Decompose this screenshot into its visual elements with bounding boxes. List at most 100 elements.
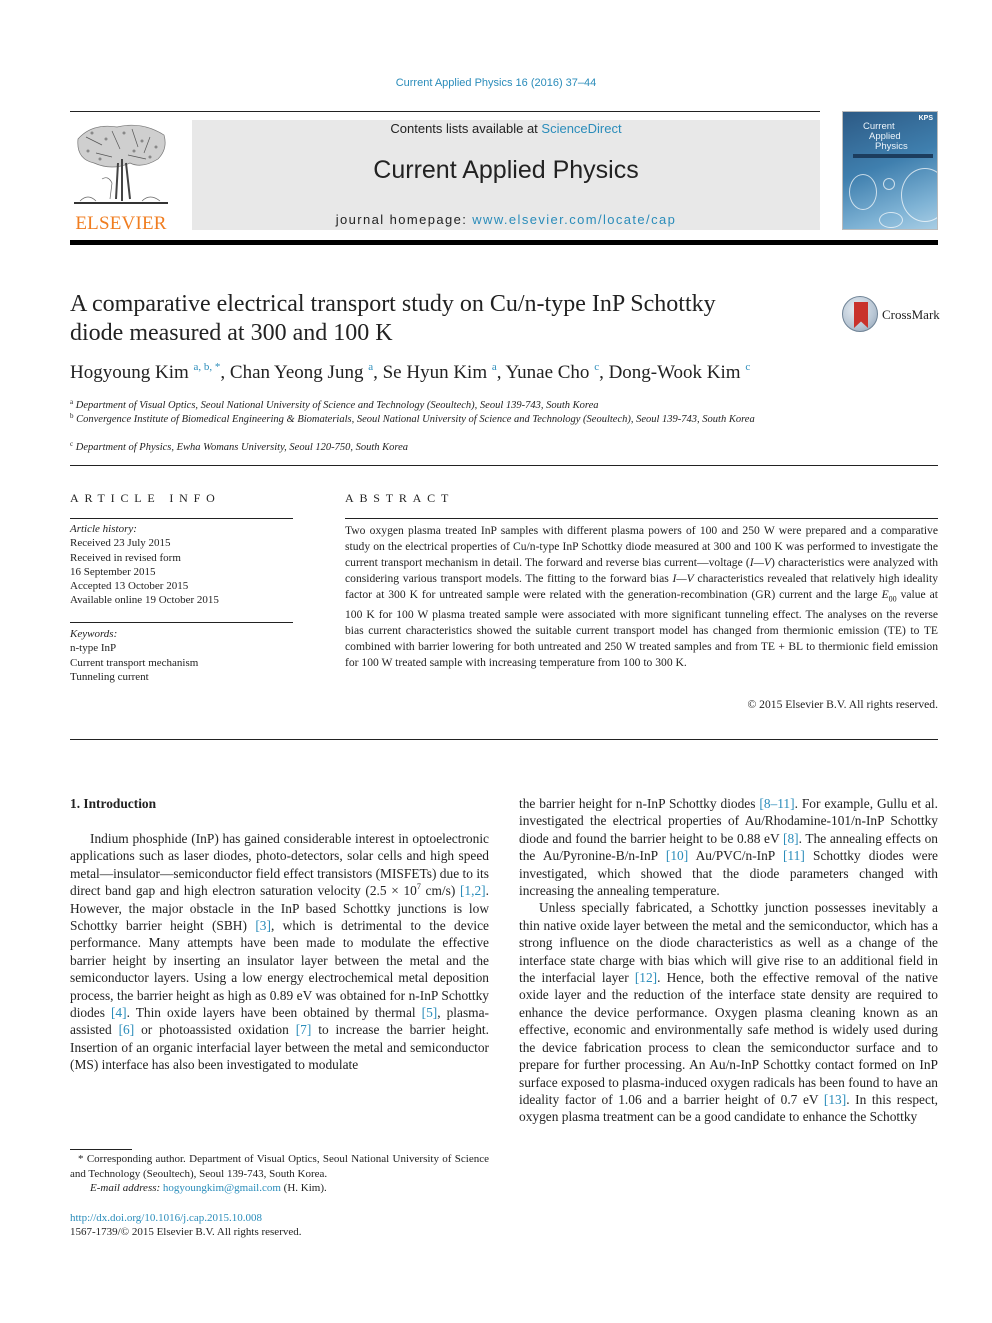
author-list: Hogyoung Kim a, b, *, Chan Yeong Jung a,… bbox=[70, 361, 751, 383]
abstract-math: E bbox=[881, 587, 889, 601]
author-affil-link[interactable]: c bbox=[745, 361, 750, 373]
affiliation-mark: b bbox=[70, 412, 74, 420]
author-affil-link[interactable]: a bbox=[368, 361, 373, 373]
citation-link[interactable]: [13] bbox=[824, 1092, 846, 1107]
citation-link[interactable]: [1,2] bbox=[460, 883, 486, 898]
author-name[interactable]: Se Hyun Kim bbox=[383, 362, 488, 383]
contents-line: Contents lists available at ScienceDirec… bbox=[192, 121, 820, 136]
affiliation-text: Convergence Institute of Biomedical Engi… bbox=[76, 414, 755, 425]
article-title: A comparative electrical transport study… bbox=[70, 290, 810, 348]
keyword-item: Current transport mechanism bbox=[70, 656, 199, 669]
author-affil-link[interactable]: c bbox=[594, 361, 599, 373]
body-column-right: the barrier height for n-InP Schottky di… bbox=[519, 795, 938, 1126]
abstract-copyright: © 2015 Elsevier B.V. All rights reserved… bbox=[747, 698, 938, 711]
affiliation-mark: c bbox=[70, 440, 74, 448]
paragraph: the barrier height for n-InP Schottky di… bbox=[519, 795, 938, 899]
citation-link[interactable]: [11] bbox=[783, 848, 805, 863]
abstract-heading: ABSTRACT bbox=[345, 491, 455, 505]
citation-link[interactable]: [8–11] bbox=[759, 796, 794, 811]
section-divider bbox=[70, 465, 938, 466]
section-divider bbox=[70, 739, 938, 740]
cover-title-line: Physics bbox=[875, 141, 908, 152]
abstract-math: I—V bbox=[672, 571, 694, 585]
cover-title: Current Applied Physics bbox=[863, 122, 908, 152]
elsevier-tree-icon bbox=[74, 124, 168, 204]
journal-reference-link[interactable]: Current Applied Physics 16 (2016) 37–44 bbox=[0, 77, 992, 89]
email-label: E-mail address: bbox=[90, 1182, 163, 1194]
keyword-item: n-type InP bbox=[70, 642, 117, 655]
text-segment: or photoassisted oxidation bbox=[134, 1022, 296, 1038]
article-history-label: Article history: bbox=[70, 523, 137, 535]
keywords-label: Keywords: bbox=[70, 628, 118, 640]
citation-link[interactable]: [3] bbox=[255, 918, 271, 933]
elsevier-logo[interactable]: ELSEVIER bbox=[70, 117, 172, 235]
header-top-rule bbox=[70, 111, 820, 112]
journal-cover-image[interactable]: KPS Current Applied Physics bbox=[842, 111, 938, 230]
article-info-heading: ARTICLE INFO bbox=[70, 491, 221, 505]
citation-link[interactable]: [7] bbox=[296, 1022, 312, 1037]
crossmark-button[interactable]: CrossMark bbox=[842, 296, 942, 336]
abstract-math-sub: 00 bbox=[888, 593, 897, 603]
citation-link[interactable]: [5] bbox=[422, 1005, 438, 1020]
author-name[interactable]: Chan Yeong Jung bbox=[230, 362, 364, 383]
section-title-introduction: 1. Introduction bbox=[70, 796, 157, 811]
email-link[interactable]: hogyoungkim@gmail.com bbox=[163, 1182, 281, 1194]
citation-link[interactable]: [4] bbox=[111, 1005, 127, 1020]
text-segment: the barrier height for n-InP Schottky di… bbox=[519, 796, 760, 811]
citation-link[interactable]: [12] bbox=[635, 970, 657, 985]
email-suffix: (H. Kim). bbox=[280, 1182, 327, 1194]
doi-link[interactable]: http://dx.doi.org/10.1016/j.cap.2015.10.… bbox=[70, 1212, 262, 1224]
text-segment: . Thin oxide layers have been obtained b… bbox=[126, 1005, 422, 1021]
homepage-line: journal homepage: www.elsevier.com/locat… bbox=[192, 212, 820, 227]
title-line: A comparative electrical transport study… bbox=[70, 291, 716, 317]
body-column-left: Indium phosphide (InP) has gained consid… bbox=[70, 830, 489, 1074]
cover-band bbox=[853, 154, 933, 158]
cover-bubble bbox=[883, 178, 895, 190]
text-segment: Au/PVC/n-InP bbox=[688, 848, 783, 864]
keyword-item: Tunneling current bbox=[70, 670, 149, 683]
homepage-prefix: journal homepage: bbox=[335, 212, 473, 227]
abstract-rule bbox=[345, 518, 938, 519]
history-item: Available online 19 October 2015 bbox=[70, 594, 219, 607]
text-segment: cm/s) bbox=[420, 883, 460, 899]
history-item: Received in revised form bbox=[70, 551, 181, 564]
citation-link[interactable]: [6] bbox=[119, 1022, 135, 1037]
history-item: Accepted 13 October 2015 bbox=[70, 580, 189, 593]
homepage-link[interactable]: www.elsevier.com/locate/cap bbox=[472, 212, 676, 227]
author-affil-link[interactable]: a, b, * bbox=[194, 361, 221, 373]
text-segment: . Hence, both the effective removal of t… bbox=[519, 970, 938, 1107]
affiliation: c Department of Physics, Ewha Womans Uni… bbox=[70, 437, 830, 455]
corresponding-author-note: * Corresponding author. Department of Vi… bbox=[70, 1153, 489, 1180]
cover-bubble bbox=[879, 212, 903, 228]
article-history: Article history: Received 23 July 2015 R… bbox=[70, 522, 293, 608]
author-name[interactable]: Dong-Wook Kim bbox=[609, 362, 741, 383]
title-line: diode measured at 300 and 100 K bbox=[70, 320, 393, 346]
issn-copyright: 1567-1739/© 2015 Elsevier B.V. All right… bbox=[70, 1226, 302, 1238]
abstract-text: Two oxygen plasma treated InP samples wi… bbox=[345, 523, 938, 670]
journal-banner: Contents lists available at ScienceDirec… bbox=[192, 120, 820, 230]
citation-link[interactable]: [10] bbox=[666, 848, 688, 863]
journal-title: Current Applied Physics bbox=[373, 156, 639, 184]
paragraph: Indium phosphide (InP) has gained consid… bbox=[70, 830, 489, 1074]
paragraph: Unless specially fabricated, a Schottky … bbox=[519, 899, 938, 1125]
elsevier-wordmark: ELSEVIER bbox=[75, 213, 167, 234]
citation-link[interactable]: [8] bbox=[783, 831, 799, 846]
crossmark-icon bbox=[842, 296, 878, 332]
cover-bubble bbox=[849, 174, 877, 210]
keywords-rule bbox=[70, 622, 293, 623]
history-item: 16 September 2015 bbox=[70, 565, 156, 578]
author-name[interactable]: Yunae Cho bbox=[506, 362, 590, 383]
cover-bubble bbox=[901, 168, 937, 222]
affiliation-text: Department of Physics, Ewha Womans Unive… bbox=[75, 442, 409, 453]
keywords: Keywords: n-type InP Current transport m… bbox=[70, 627, 293, 684]
header-thick-rule bbox=[70, 240, 938, 245]
contents-prefix: Contents lists available at bbox=[390, 121, 542, 136]
author-affil-link[interactable]: a bbox=[492, 361, 497, 373]
affiliation: b Convergence Institute of Biomedical En… bbox=[70, 409, 830, 427]
cover-badge: KPS bbox=[918, 115, 933, 122]
affiliation-mark: a bbox=[70, 398, 74, 406]
author-name[interactable]: Hogyoung Kim bbox=[70, 362, 189, 383]
history-item: Received 23 July 2015 bbox=[70, 537, 171, 550]
sciencedirect-link[interactable]: ScienceDirect bbox=[541, 121, 621, 136]
article-info-rule bbox=[70, 518, 293, 519]
